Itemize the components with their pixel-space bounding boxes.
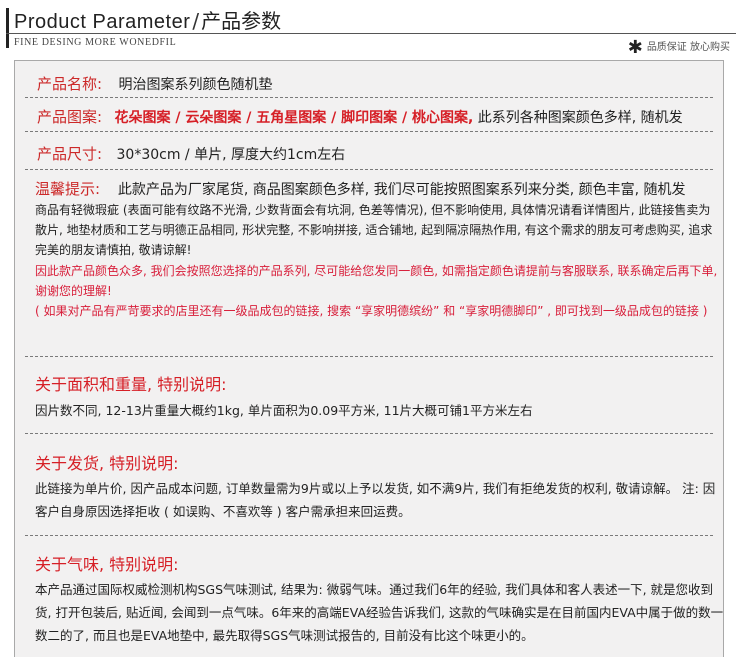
tips-body: 商品有轻微瑕疵 (表面可能有纹路不光滑, 少数背面会有坑洞, 色差等情况), 但… — [35, 203, 713, 257]
param-size-row: 产品尺寸: 30*30cm / 单片, 厚度大约1cm左右 — [37, 143, 345, 164]
divider — [25, 97, 713, 98]
area-section-title: 关于面积和重量, 特别说明: — [35, 375, 227, 394]
divider — [25, 131, 713, 132]
divider — [25, 169, 713, 170]
param-name-value: 明治图案系列颜色随机垫 — [118, 77, 273, 93]
tips-note-premium: ( 如果对产品有严苛要求的店里还有一级品成包的链接, 搜索 “享家明德缤纷” 和… — [35, 304, 708, 318]
param-pattern-values: 花朵图案 / 云朵图案 / 五角星图案 / 脚印图案 / 桃心图案, — [114, 110, 474, 126]
header-accent-bar — [6, 8, 9, 48]
star-icon: ✱ — [627, 37, 643, 58]
shipping-section-body: 此链接为单片价, 因产品成本问题, 订单数量需为9片或以上予以发货, 如不满9片… — [35, 481, 716, 519]
header-tagline-text: 品质保证 放心购买 — [646, 42, 730, 53]
divider — [25, 433, 713, 434]
tips-note-color: 因此款产品颜色众多, 我们会按照您选择的产品系列, 尽可能给您发同一颜色, 如需… — [35, 264, 718, 298]
header-title-en: Product Parameter — [14, 11, 191, 33]
tips-lead: 此款产品为厂家尾货, 商品图案颜色多样, 我们尽可能按照图案系列来分类, 颜色丰… — [117, 182, 686, 198]
parameter-panel: 产品名称: 明治图案系列颜色随机垫 产品图案: 花朵图案 / 云朵图案 / 五角… — [14, 60, 724, 657]
product-parameter-page: Product Parameter / 产品参数 FINE DESING MORE … — [0, 0, 740, 657]
smell-section-title: 关于气味, 特别说明: — [35, 555, 179, 574]
param-size-label: 产品尺寸: — [37, 145, 103, 163]
param-name-row: 产品名称: 明治图案系列颜色随机垫 — [37, 73, 273, 94]
header-rule — [6, 33, 736, 34]
param-size-value: 30*30cm / 单片, 厚度大约1cm左右 — [116, 147, 346, 163]
divider — [25, 535, 713, 536]
section-header: Product Parameter / 产品参数 FINE DESING MORE … — [0, 0, 740, 60]
param-pattern-label: 产品图案: — [37, 108, 103, 126]
divider — [25, 356, 713, 357]
smell-section-body: 本产品通过国际权威检测机构SGS气味测试, 结果为: 微弱气味。通过我们6年的经… — [35, 582, 724, 643]
param-name-label: 产品名称: — [37, 75, 103, 93]
shipping-section-title: 关于发货, 特别说明: — [35, 454, 179, 473]
header-title-cn: 产品参数 — [201, 9, 282, 33]
header-title-slash: / — [192, 9, 200, 33]
header-subtitle: FINE DESING MORE WONEDFIL — [14, 37, 177, 48]
param-pattern-row: 产品图案: 花朵图案 / 云朵图案 / 五角星图案 / 脚印图案 / 桃心图案,… — [37, 106, 683, 127]
header-title: Product Parameter / 产品参数 — [14, 5, 281, 34]
header-tagline: ✱ 品质保证 放心购买 — [628, 37, 730, 58]
tips-label: 温馨提示: — [35, 180, 101, 198]
area-section-body: 因片数不同, 12-13片重量大概约1kg, 单片面积为0.09平方米, 11片… — [35, 403, 533, 418]
tips-paragraph: 温馨提示: 此款产品为厂家尾货, 商品图案颜色多样, 我们尽可能按照图案系列来分… — [35, 179, 715, 260]
param-pattern-note: 此系列各种图案颜色多样, 随机发 — [477, 110, 683, 126]
